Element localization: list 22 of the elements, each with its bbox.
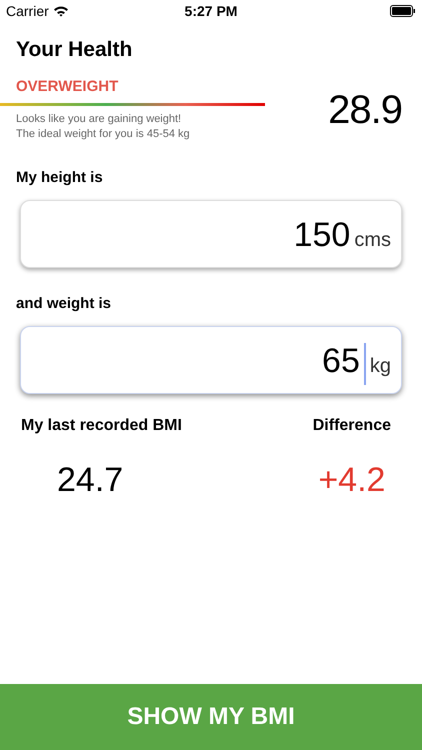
clock: 5:27 PM xyxy=(184,2,238,20)
field-label: and weight is xyxy=(15,294,112,314)
difference-value: +4.2 xyxy=(318,460,386,500)
ideal-weight-text: The ideal weight for you is 45-54 kg xyxy=(15,127,191,142)
field-label: My height is xyxy=(15,168,104,188)
category-label: OVERWEIGHT xyxy=(15,78,120,96)
difference-label: Difference xyxy=(312,416,391,436)
input-field[interactable]: 150 cms xyxy=(20,200,402,268)
page-title: Your Health xyxy=(16,37,134,63)
battery-icon xyxy=(390,5,416,17)
unit-label: cms xyxy=(354,228,391,253)
wifi-icon xyxy=(52,5,69,17)
text-cursor xyxy=(364,343,366,385)
input-field[interactable]: 65 kg xyxy=(20,326,402,394)
field-value: 65 xyxy=(322,343,360,379)
unit-label: kg xyxy=(370,354,391,379)
bmi-value: 28.9 xyxy=(328,87,402,133)
last-bmi-label: My last recorded BMI xyxy=(21,416,182,436)
carrier-label: Carrier xyxy=(6,2,49,20)
last-bmi-value: 24.7 xyxy=(57,460,124,500)
field-value: 150 xyxy=(294,217,350,253)
status-message: Looks like you are gaining weight! xyxy=(15,112,182,127)
